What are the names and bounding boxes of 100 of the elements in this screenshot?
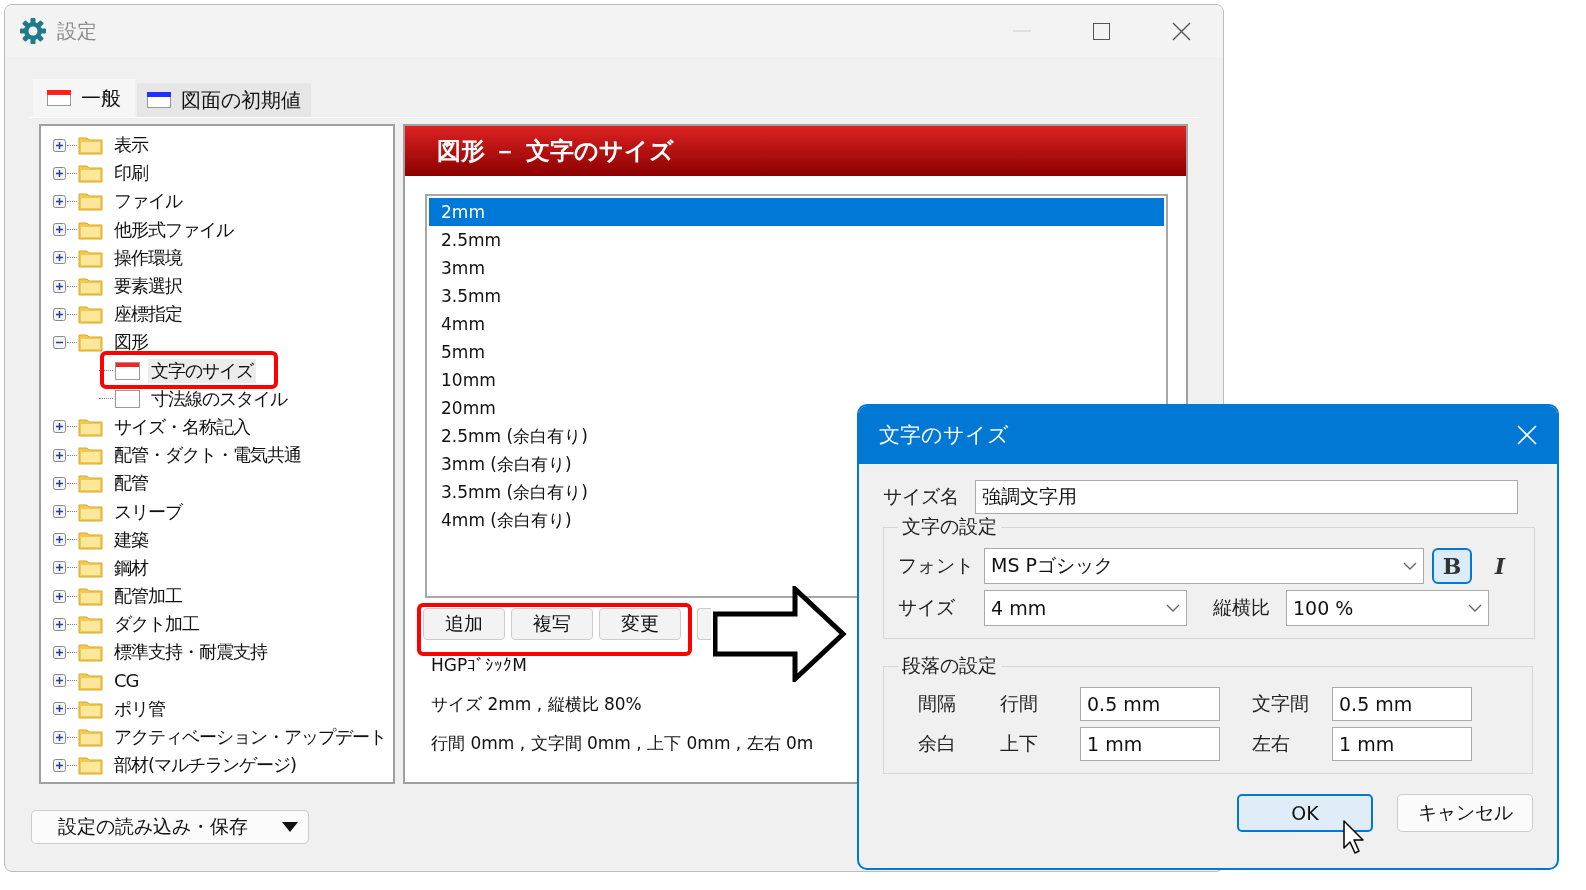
info-text: HGPｺﾞｼｯｸM (431, 654, 527, 677)
expand-icon[interactable] (53, 138, 66, 152)
window-title: 設定 (57, 17, 97, 45)
list-item[interactable]: 4mm (429, 310, 1164, 338)
list-item[interactable]: 5mm (429, 338, 1164, 366)
italic-button[interactable]: I (1480, 548, 1520, 584)
info-text: サイズ 2mm , 縦横比 80% (431, 693, 642, 716)
load-save-button[interactable]: 設定の読み込み・保存 (31, 810, 309, 844)
panel-header: 図形 － 文字のサイズ (405, 126, 1186, 176)
tree-item[interactable]: 文字のサイズ (148, 358, 256, 383)
expand-icon[interactable] (53, 420, 66, 434)
expand-icon[interactable] (53, 730, 66, 744)
tree-item[interactable]: 標準支持・耐震支持 (111, 640, 270, 665)
panel-button[interactable]: 複写 (511, 608, 593, 640)
input-field[interactable]: 1 mm (1332, 727, 1472, 761)
field-label: フォント (898, 553, 975, 578)
input-field[interactable]: 0.5 mm (1080, 687, 1220, 721)
field-label: 上下 (999, 731, 1039, 756)
tree-item[interactable]: 部材(マルチランゲージ) (111, 753, 300, 778)
folder-icon (78, 304, 103, 325)
font-dropdown[interactable]: MS Pゴシック (984, 548, 1424, 584)
group-title: 段落の設定 (901, 653, 998, 678)
folder-icon (78, 473, 103, 494)
tab[interactable]: 一般 (33, 79, 135, 117)
expand-icon[interactable] (53, 166, 66, 180)
tree-item[interactable]: 操作環境 (111, 245, 185, 270)
folder-icon (78, 586, 103, 607)
input-field[interactable]: 1 mm (1080, 727, 1220, 761)
tree-item[interactable]: 座標指定 (111, 302, 185, 327)
list-item[interactable]: 10mm (429, 366, 1164, 394)
folder-icon (78, 191, 103, 212)
expand-icon[interactable] (53, 645, 66, 659)
maximize-icon[interactable] (1093, 22, 1110, 40)
input-field[interactable]: 0.5 mm (1332, 687, 1472, 721)
row-label: 間隔 (917, 691, 957, 716)
expand-icon[interactable] (53, 617, 66, 631)
tab[interactable]: 図面の初期値 (137, 83, 311, 117)
tree-item[interactable]: 図形 (111, 330, 151, 355)
expand-icon[interactable] (53, 194, 66, 208)
folder-icon (78, 135, 103, 156)
expand-icon[interactable] (53, 448, 66, 462)
expand-icon[interactable] (53, 674, 66, 688)
row-label: 余白 (917, 731, 957, 756)
expand-icon[interactable] (53, 505, 66, 519)
tree-item[interactable]: サイズ・名称記入 (111, 414, 253, 439)
tree-item[interactable]: 建築 (111, 527, 151, 552)
tree-item[interactable]: 要素選択 (111, 274, 185, 299)
aspect-dropdown[interactable]: 100 % (1286, 590, 1489, 626)
expand-icon[interactable] (53, 279, 66, 293)
folder-icon (78, 698, 103, 719)
expand-icon[interactable] (53, 476, 66, 490)
list-item[interactable]: 2mm (429, 198, 1164, 226)
tree-item[interactable]: 鋼材 (111, 555, 151, 580)
tree-item[interactable]: 配管加工 (111, 584, 185, 609)
chevron-icon (1468, 604, 1482, 612)
field-label: 行間 (999, 691, 1039, 716)
settings-icon (19, 17, 47, 45)
folder-icon (78, 557, 103, 578)
tree-item[interactable]: 他形式ファイル (111, 217, 236, 242)
tree-item[interactable]: ポリ管 (111, 696, 168, 721)
folder-icon (78, 501, 103, 522)
close-icon[interactable] (1172, 21, 1191, 41)
list-item[interactable]: 2.5mm (429, 226, 1164, 254)
expand-icon[interactable] (53, 561, 66, 575)
ok-button[interactable]: OK (1237, 794, 1373, 832)
tree-item[interactable]: 印刷 (111, 161, 151, 186)
list-item[interactable]: 3mm (429, 254, 1164, 282)
chevron-icon (1403, 562, 1417, 570)
tree-item[interactable]: 表示 (111, 133, 151, 158)
expand-icon[interactable] (53, 223, 66, 237)
tree-item[interactable]: CG (111, 670, 142, 692)
folder-icon (78, 332, 103, 353)
size-dropdown[interactable]: 4 mm (984, 590, 1187, 626)
folder-icon (78, 670, 103, 691)
expand-icon[interactable] (53, 758, 66, 772)
tree-item[interactable]: ファイル (111, 189, 185, 214)
field-label: 文字間 (1251, 691, 1310, 716)
expand-icon[interactable] (53, 251, 66, 265)
folder-icon (78, 163, 103, 184)
panel-button[interactable]: 追加 (423, 608, 505, 640)
tree-item[interactable]: スリーブ (111, 499, 185, 524)
tree-item[interactable]: 配管・ダクト・電気共通 (111, 443, 304, 468)
tree-item[interactable]: 寸法線のスタイル (148, 386, 290, 411)
folder-icon (78, 529, 103, 550)
group-title: 文字の設定 (901, 514, 998, 539)
expand-icon[interactable] (53, 589, 66, 603)
tree-item[interactable]: アクティベーション・アップデート (111, 725, 389, 750)
expand-icon[interactable] (53, 307, 66, 321)
list-item[interactable]: 3.5mm (429, 282, 1164, 310)
collapse-icon[interactable] (53, 335, 66, 349)
dialog-title: 文字のサイズ (879, 422, 1009, 449)
field-label: 縦横比 (1213, 595, 1270, 620)
tree-item[interactable]: ダクト加工 (111, 612, 202, 637)
panel-button[interactable]: 変更 (599, 608, 681, 640)
expand-icon[interactable] (53, 533, 66, 547)
bold-button[interactable]: B (1432, 548, 1472, 584)
tree-item[interactable]: 配管 (111, 471, 151, 496)
size-name-field[interactable]: 強調文字用 (975, 480, 1518, 514)
cancel-button[interactable]: キャンセル (1397, 794, 1533, 832)
expand-icon[interactable] (53, 702, 66, 716)
